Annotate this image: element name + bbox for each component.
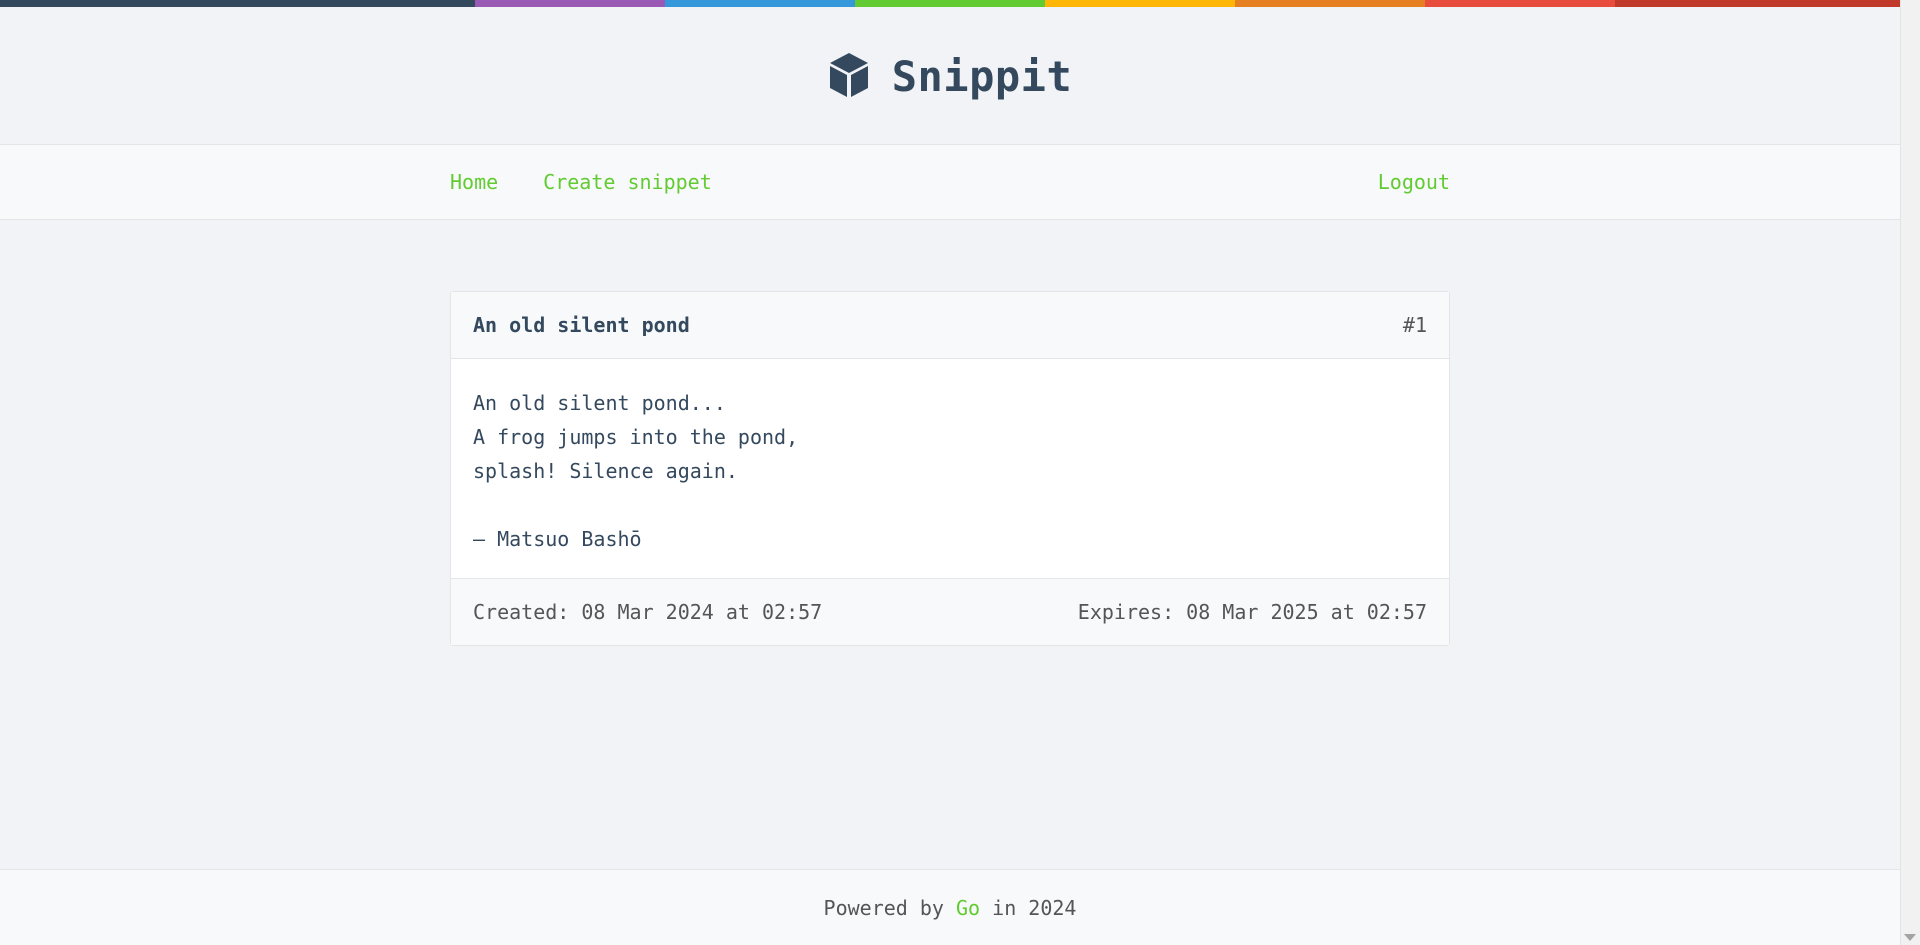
nav-left: Home Create snippet [450,170,712,194]
logo-link[interactable]: Snippit [828,51,1073,103]
site-footer: Powered by Go in 2024 [0,869,1900,945]
nav-inner: Home Create snippet Logout [450,145,1450,219]
snippet-header: An old silent pond #1 [451,292,1449,359]
stripe-segment [475,0,665,7]
snippet-expires: Expires: 08 Mar 2025 at 02:57 [1077,600,1427,624]
footer-suffix: in 2024 [992,895,1077,920]
snippet-card: An old silent pond #1 An old silent pond… [450,291,1450,646]
footer-go-link[interactable]: Go [956,896,980,920]
snippet-meta: Created: 08 Mar 2024 at 02:57 Expires: 0… [451,578,1449,645]
vertical-scrollbar[interactable] [1900,0,1920,945]
site-title: Snippit [891,52,1073,101]
snippet-content: An old silent pond... A frog jumps into … [473,391,799,551]
stripe-segment [1615,0,1900,7]
stripe-segment [1425,0,1615,7]
nav-home-link[interactable]: Home [450,170,498,194]
top-nav: Home Create snippet Logout [0,144,1900,220]
color-stripe [0,0,1900,7]
stripe-segment [1045,0,1235,7]
main-content: An old silent pond #1 An old silent pond… [0,220,1900,646]
footer-prefix: Powered by [823,895,944,920]
page: Snippit Home Create snippet Logout An ol… [0,0,1900,945]
stripe-segment [1235,0,1425,7]
snippet-id: #1 [1402,313,1427,337]
snippet-created: Created: 08 Mar 2024 at 02:57 [473,600,823,624]
scroll-down-arrow-icon[interactable] [1904,934,1916,941]
cube-icon [828,51,870,103]
stripe-segment [665,0,855,7]
snippet-title: An old silent pond [473,313,690,337]
nav-logout-link[interactable]: Logout [1378,170,1450,194]
site-header: Snippit [0,7,1900,144]
nav-create-snippet-link[interactable]: Create snippet [543,170,712,194]
stripe-segment [0,0,475,7]
stripe-segment [855,0,1045,7]
